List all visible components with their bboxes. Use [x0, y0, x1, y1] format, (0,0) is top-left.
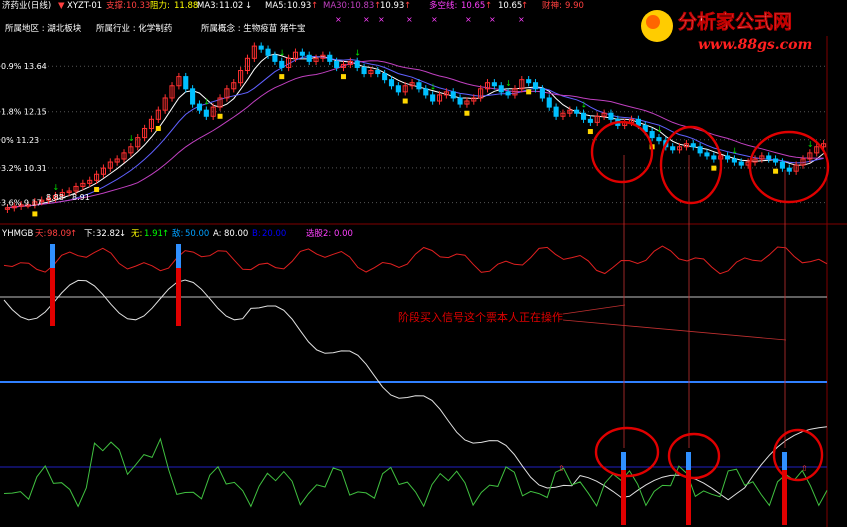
- svg-text:下:: 下:: [84, 229, 95, 239]
- xia-value: 32.82: [96, 229, 120, 239]
- arrow-up-icon: ↓: [354, 49, 361, 58]
- svg-text:↑: ↑: [485, 1, 492, 11]
- caishen-value: 9.90: [565, 1, 584, 11]
- svg-text:⇧: ⇧: [558, 464, 565, 473]
- svg-text:A:: A:: [213, 229, 222, 239]
- svg-text:10.65: 10.65: [498, 1, 522, 11]
- price-level-label: 0% 11.23: [1, 136, 39, 145]
- ma5-value: 10.93: [287, 1, 311, 11]
- arrow-up-icon: ↓: [128, 134, 135, 143]
- watermark-url: www.88gs.com: [698, 37, 812, 53]
- svg-text:↑: ↑: [70, 229, 77, 239]
- candle: [190, 85, 196, 108]
- region-label: 所属地区 : 湖北板块: [5, 23, 82, 34]
- a-value: 80.00: [224, 229, 248, 239]
- ma3-value: 11.02: [219, 1, 243, 11]
- svg-text:×: ×: [378, 15, 385, 24]
- stock-title: 济药业(日线): [2, 0, 51, 11]
- svg-text:×: ×: [431, 15, 438, 24]
- di-value: 50.00: [185, 229, 209, 239]
- low-marker-2: 8.91: [72, 193, 90, 202]
- svg-text:MA30:: MA30:: [323, 1, 350, 11]
- svg-text:MA5:: MA5:: [265, 1, 286, 11]
- arrow-up-icon: ↓: [581, 101, 588, 110]
- svg-text:×: ×: [406, 15, 413, 24]
- svg-text:↑: ↑: [311, 1, 318, 11]
- svg-text:⇧: ⇧: [801, 464, 808, 473]
- svg-text:↑: ↑: [162, 229, 169, 239]
- svg-text:↓: ↓: [245, 1, 252, 11]
- price-level-label: 1.8% 12.15: [1, 108, 47, 117]
- ma30-value: 10.83: [350, 1, 374, 11]
- svg-text:↑: ↑: [404, 1, 411, 11]
- yellow-marker: [279, 74, 285, 80]
- candle: [217, 94, 223, 119]
- stock-chart[interactable]: 济药业(日线) ▼ XYZT-01 支撑: 10.33 阻力: 11.88 MA…: [0, 0, 847, 527]
- svg-text:敌:: 敌:: [172, 228, 183, 239]
- xuangu-value: 0.00: [334, 229, 353, 239]
- concept-label: 所属概念 : 生物疫苗 猪牛宝: [201, 23, 305, 34]
- arrow-up-icon: ↓: [279, 49, 286, 58]
- support-value: 10.33: [126, 1, 150, 11]
- svg-text:↓: ↓: [119, 229, 126, 239]
- svg-text:MA3:: MA3:: [197, 1, 218, 11]
- svg-text:支撑:: 支撑:: [106, 0, 126, 11]
- price-level-label: 3.6% 9.17: [1, 199, 42, 208]
- candle: [155, 106, 161, 131]
- industry-label: 所属行业 : 化学制药: [96, 23, 172, 34]
- b-value: 20.00: [262, 229, 286, 239]
- indicator-name: XYZT-01: [67, 1, 102, 11]
- low-marker: 8.88: [46, 193, 64, 202]
- yellow-marker: [155, 125, 161, 131]
- svg-text:选股2:: 选股2:: [306, 228, 331, 239]
- svg-text:财神:: 财神:: [542, 0, 562, 11]
- annotation-text: 阶段买入信号这个票本人正在操作: [398, 310, 563, 324]
- svg-text:无:: 无:: [131, 229, 142, 239]
- yellow-marker: [217, 113, 223, 119]
- svg-text:-: -: [63, 193, 66, 202]
- info-row: 所属地区 : 湖北板块 所属行业 : 化学制药 所属概念 : 生物疫苗 猪牛宝: [5, 23, 305, 34]
- yellow-marker: [773, 168, 779, 174]
- tian-value: 98.09: [47, 229, 71, 239]
- price-level-label: 3.2% 10.31: [1, 164, 47, 173]
- arrow-up-icon: ↓: [731, 146, 738, 155]
- svg-text:×: ×: [465, 15, 472, 24]
- yellow-marker: [402, 98, 408, 104]
- arrow-up-icon: ↓: [656, 125, 663, 134]
- yellow-marker: [340, 74, 346, 80]
- yellow-marker: [526, 89, 532, 95]
- svg-text:×: ×: [363, 15, 370, 24]
- svg-text:YHMGB: YHMGB: [1, 229, 34, 239]
- resist-value: 11.88: [174, 1, 198, 11]
- arrow-up-icon: ↓: [52, 183, 59, 192]
- svg-text:↑: ↑: [521, 1, 528, 11]
- svg-text:▼: ▼: [58, 1, 65, 11]
- svg-text:10.93: 10.93: [380, 1, 404, 11]
- svg-text:天:: 天:: [35, 229, 46, 239]
- yellow-marker: [587, 129, 593, 135]
- watermark-title: 分析家公式网: [678, 10, 792, 33]
- arrow-up-icon: ↓: [807, 140, 814, 149]
- svg-text:×: ×: [335, 15, 342, 24]
- yellow-marker: [94, 187, 100, 192]
- svg-text:×: ×: [489, 15, 496, 24]
- arrow-up-icon: ↓: [203, 98, 210, 107]
- yellow-marker: [464, 110, 470, 116]
- svg-text:多空线:: 多空线:: [429, 0, 457, 11]
- price-level-label: 0.9% 13.64: [1, 62, 47, 71]
- svg-text:×: ×: [518, 15, 525, 24]
- yellow-marker: [32, 211, 38, 217]
- duokong-value: 10.65: [461, 1, 485, 11]
- svg-text:阻力:: 阻力:: [150, 0, 170, 11]
- arrow-up-icon: ↓: [505, 79, 512, 88]
- svg-text:B:: B:: [252, 229, 261, 239]
- yellow-marker: [711, 165, 717, 171]
- arrow-up-icon: ↓: [430, 82, 437, 91]
- wu-value: 1.91: [144, 229, 163, 239]
